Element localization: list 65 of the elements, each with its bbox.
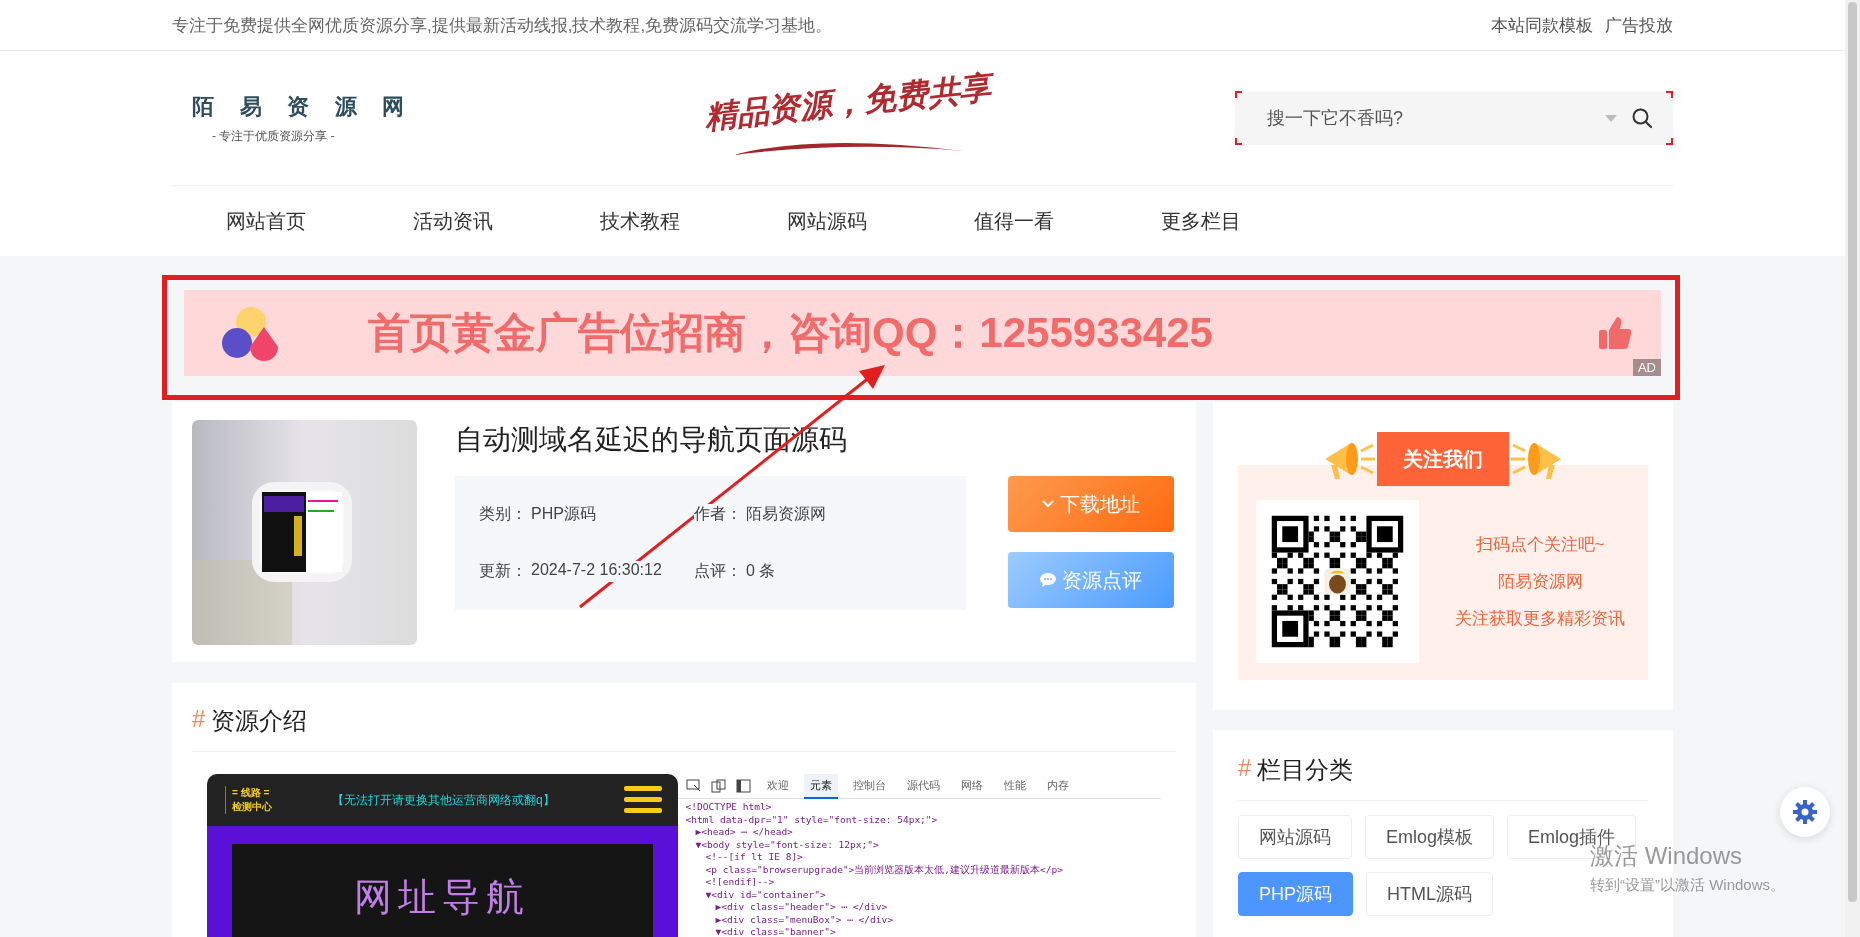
section-heading: 栏目分类 [1257,755,1354,785]
meta-value: 陌易资源网 [746,504,826,525]
nav-link[interactable]: 活动资讯 [359,207,546,235]
search-field[interactable]: 搜一下它不香吗? [1235,91,1673,145]
slogan: 精品资源，免费共享 [702,68,994,137]
dock-icon[interactable] [735,779,752,793]
nav-link[interactable]: 值得一看 [920,207,1107,235]
scrollbar[interactable] [1845,0,1860,937]
code-line: <!--[if lt IE 8]> [704,851,804,864]
search-icon[interactable] [1631,107,1653,129]
code-line: <html data-dpr="1" style="font-size: 54px;"> [684,813,939,826]
follow-text: 关注获取更多精彩资讯 [1455,608,1625,630]
ad-text: 首页黄金广告位招商，咨询QQ：1255933425 [368,308,1213,358]
code-line: ▼<div class="banner"> [714,926,837,937]
activation-hint: 转到“设置”以激活 Windows。 [1590,876,1785,895]
device-icon[interactable] [710,779,727,793]
devtools-tab[interactable]: 控制台 [846,773,892,799]
follow-text: 陌易资源网 [1497,571,1583,593]
category-tag[interactable]: HTML源码 [1366,872,1493,916]
code-line: <p class="browserupgrade">当前浏览器版本太低,建议升级道最新版本</p> [704,863,1064,876]
nav-link[interactable]: 技术教程 [546,207,733,235]
line-subtitle: 检测中心 [232,800,272,814]
resource-title: 自动测域名延迟的导航页面源码 [455,423,848,457]
thumbs-up-icon [1597,315,1633,351]
line-label: = 线路 = [232,786,271,800]
top-link[interactable]: 广告投放 [1605,13,1673,37]
code-line: <!DOCTYPE html> [684,801,773,814]
ad-label: AD [1632,359,1661,376]
follow-title: 关注我们 [1377,432,1509,486]
devtools-tab[interactable]: 元素 [803,773,838,799]
category-tag[interactable]: 网站源码 [1238,815,1352,859]
code-line: ▶<head> ⋯ </head> [694,826,794,839]
top-link[interactable]: 本站同款模板 [1491,13,1593,37]
chevron-down-icon [1042,500,1054,508]
hash-mark: # [1238,754,1252,783]
meta-value: 2024-7-2 16:30:12 [531,561,662,582]
nav-link[interactable]: 网站首页 [172,207,359,235]
inspect-icon[interactable] [685,779,702,793]
settings-icon [1792,799,1818,825]
menu-icon[interactable] [623,786,662,814]
nav-link[interactable]: 网站源码 [733,207,920,235]
notice-text: 【无法打开请更换其他运营商网络或翻q】 [332,791,556,809]
devtools-tab[interactable]: 性能 [997,773,1032,799]
section-heading: 资源介绍 [211,706,308,736]
code-line: ▶<div class="menuBox"> ⋯ </div> [714,913,894,926]
banner-title: 网址导航 [354,875,531,918]
devtools-tab[interactable]: 内存 [1040,773,1075,799]
nav-link[interactable]: 更多栏目 [1107,207,1294,235]
search-input[interactable]: 搜一下它不香吗? [1265,106,1591,130]
site-tagline: 专注于免费提供全网优质资源分享,提供最新活动线报,技术教程,免费源码交流学习基地。 [172,14,833,37]
site-logo-text[interactable]: 陌 易 资 源 网 [192,91,414,122]
hash-mark: # [192,705,206,734]
category-tag[interactable]: Emlog模板 [1365,815,1495,859]
code-line: ▶<div class="header"> ⋯ </div> [714,901,889,914]
devtools-tab[interactable]: 网络 [954,773,989,799]
follow-text: 扫码点个关注吧~ [1475,534,1605,556]
caret-icon [1605,114,1617,122]
chat-bubble-icon [1040,573,1056,587]
devtools-tab[interactable]: 源代码 [900,773,946,799]
code-line: ▼<body style="font-size: 12px;"> [694,838,880,851]
devtools-tab[interactable]: 欢迎 [760,773,795,799]
code-line: ▼<div id="container"> [704,888,827,901]
code-line: <![endif]--> [704,876,776,889]
logo-subtitle: - 专注于优质资源分享 - [212,127,335,145]
settings-button[interactable] [1780,787,1830,837]
